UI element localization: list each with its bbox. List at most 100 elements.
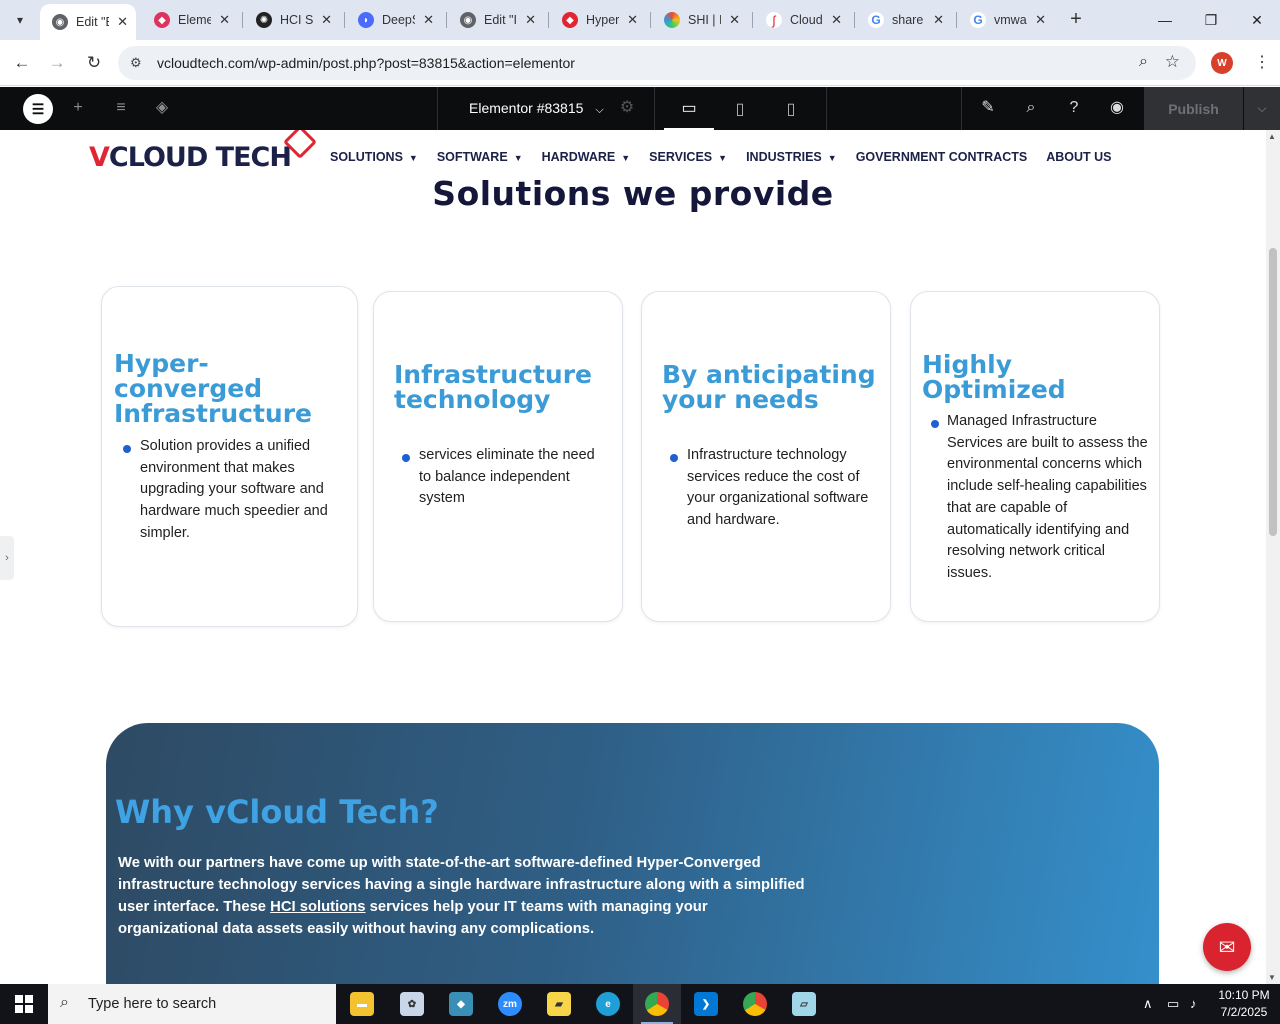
add-element-icon[interactable]: + (67, 97, 89, 119)
chrome-browser-icon[interactable] (633, 984, 681, 1024)
search-icon[interactable]: ⌕ (1020, 97, 1042, 119)
close-tab-icon[interactable]: ✕ (625, 12, 640, 28)
editor-canvas: VCLOUD TECH SOLUTIONS ▼ SOFTWARE ▼ HARDWAR… (0, 130, 1266, 984)
browser-tab-5[interactable]: ◉ Edit "I ✕ (448, 6, 544, 34)
mobile-view-icon[interactable]: ▯ (766, 87, 816, 130)
address-bar[interactable]: ⚙ vcloudtech.com/wp-admin/post.php?post=… (118, 46, 1196, 80)
browser-tab-6[interactable]: ◆ Hyper ✕ (550, 6, 646, 34)
new-tab-button[interactable]: + (1064, 8, 1088, 32)
solution-card[interactable]: Highly Optimized Managed Infrastructure … (910, 291, 1160, 622)
back-icon[interactable]: ← (10, 51, 34, 75)
reload-icon[interactable]: ↻ (82, 51, 106, 75)
desktop-view-icon[interactable]: ▭ (664, 87, 714, 130)
globe-icon: ◉ (460, 12, 476, 28)
close-tab-icon[interactable]: ✕ (319, 12, 334, 28)
windows-start-icon[interactable] (0, 984, 48, 1024)
app-icon[interactable]: ✿ (388, 984, 436, 1024)
close-tab-icon[interactable]: ✕ (1033, 12, 1048, 28)
site-settings-sliders-icon[interactable]: ≡ (110, 97, 132, 119)
url-text[interactable]: vcloudtech.com/wp-admin/post.php?post=83… (157, 55, 575, 71)
minimize-icon[interactable]: — (1142, 0, 1188, 40)
scroll-up-icon[interactable]: ▲ (1268, 132, 1276, 141)
close-tab-icon[interactable]: ✕ (727, 12, 742, 28)
tablet-view-icon[interactable]: ▯ (715, 87, 765, 130)
browser-tab-2[interactable]: ◆ Eleme ✕ (142, 6, 238, 34)
site-logo[interactable]: VCLOUD TECH (89, 142, 292, 173)
browser-menu-icon[interactable]: ⋮ (1254, 52, 1270, 72)
solution-card[interactable]: Infrastructure technology services elimi… (373, 291, 623, 622)
app-icon[interactable]: ◆ (437, 984, 485, 1024)
structure-layers-icon[interactable]: ◈ (151, 97, 173, 119)
caret-down-icon: ▼ (621, 153, 631, 163)
nav-software[interactable]: SOFTWARE ▼ (437, 150, 523, 164)
help-icon[interactable]: ? (1063, 97, 1085, 119)
edge-browser-icon[interactable]: e (584, 984, 632, 1024)
bullet-icon (123, 445, 131, 453)
nav-solutions[interactable]: SOLUTIONS ▼ (330, 150, 418, 164)
browser-tab-9[interactable]: G share ✕ (856, 6, 952, 34)
search-icon: ⌕ (60, 994, 69, 1011)
preview-eye-icon[interactable]: ◉ (1106, 97, 1128, 119)
app-icon[interactable]: ▱ (780, 984, 828, 1024)
google-favicon-icon: G (970, 12, 986, 28)
browser-tab-10[interactable]: G vmwa ✕ (958, 6, 1054, 34)
site-settings-icon[interactable]: ⚙ (130, 55, 142, 71)
publish-button[interactable]: Publish (1144, 87, 1243, 130)
google-favicon-icon: G (868, 12, 884, 28)
notes-pin-icon[interactable]: ✎ (977, 97, 999, 119)
browser-tab-1[interactable]: ◉ Edit "E ✕ (40, 4, 136, 40)
nav-industries[interactable]: INDUSTRIES ▼ (746, 150, 837, 164)
taskbar-search[interactable]: ⌕ Type here to search (48, 984, 336, 1024)
vscode-icon[interactable]: ❯ (682, 984, 730, 1024)
scroll-thumb[interactable] (1269, 248, 1277, 536)
close-tab-icon[interactable]: ✕ (421, 12, 436, 28)
close-window-icon[interactable]: ✕ (1234, 0, 1280, 40)
tab-separator (446, 12, 447, 28)
close-tab-icon[interactable]: ✕ (523, 12, 538, 28)
panel-toggle-chevron-icon[interactable]: › (0, 536, 14, 580)
show-hidden-icons-chevron-icon[interactable]: ∧ (1143, 996, 1153, 1012)
solution-card[interactable]: By anticipating your needs Infrastructur… (641, 291, 891, 622)
zoom-icon[interactable]: ⌕ (1139, 53, 1148, 71)
caret-down-icon: ▼ (408, 153, 418, 163)
network-icon[interactable]: ▭ (1167, 996, 1179, 1012)
nav-about-us[interactable]: ABOUT US (1046, 150, 1111, 164)
bookmark-star-icon[interactable]: ☆ (1165, 52, 1180, 72)
zoom-app-icon[interactable]: zm (486, 984, 534, 1024)
chat-bubble-icon[interactable]: ✉ (1203, 923, 1251, 971)
page-settings-gear-icon[interactable]: ⚙ (616, 97, 638, 119)
close-tab-icon[interactable]: ✕ (931, 12, 946, 28)
volume-icon[interactable]: ♪ (1190, 996, 1197, 1011)
card-text: Managed Infrastructure Services are buil… (947, 413, 1148, 581)
chrome-browser-icon[interactable] (731, 984, 779, 1024)
tab-search-icon[interactable]: ▾ (8, 8, 32, 32)
close-tab-icon[interactable]: ✕ (115, 14, 130, 30)
system-clock[interactable]: 10:10 PM 7/2/2025 (1214, 987, 1274, 1021)
sticky-notes-icon[interactable]: ▰ (535, 984, 583, 1024)
scroll-down-icon[interactable]: ▼ (1268, 973, 1276, 982)
browser-tab-8[interactable]: ʃ Cloud ✕ (754, 6, 850, 34)
close-tab-icon[interactable]: ✕ (217, 12, 232, 28)
forward-icon[interactable]: → (45, 51, 69, 75)
globe-icon: ◉ (52, 14, 68, 30)
hci-solutions-link[interactable]: HCI solutions (270, 899, 365, 915)
divider (826, 87, 827, 130)
card-title: Highly Optimized (922, 350, 1066, 404)
profile-avatar[interactable]: W (1211, 52, 1233, 74)
solution-card[interactable]: Hyper-converged Infrastructure Solution … (101, 286, 358, 627)
browser-tab-strip: ▾ ◉ Edit "E ✕ ◆ Eleme ✕ ✺ HCI S ✕ ◗ Deep… (0, 0, 1280, 40)
bullet-icon (931, 420, 939, 428)
elementor-logo-icon[interactable]: ☰ (23, 94, 53, 124)
browser-tab-3[interactable]: ✺ HCI S ✕ (244, 6, 340, 34)
browser-tab-7[interactable]: SHI | I ✕ (652, 6, 748, 34)
browser-tab-4[interactable]: ◗ DeepS ✕ (346, 6, 442, 34)
nav-hardware[interactable]: HARDWARE ▼ (542, 150, 631, 164)
restore-icon[interactable]: ❐ (1188, 0, 1234, 40)
document-title[interactable]: Elementor #83815 ⌵ (469, 100, 604, 117)
close-tab-icon[interactable]: ✕ (829, 12, 844, 28)
file-explorer-icon[interactable]: ▬ (338, 984, 386, 1024)
nav-government-contracts[interactable]: GOVERNMENT CONTRACTS (856, 150, 1028, 164)
page-scrollbar[interactable]: ▲ ▼ (1266, 130, 1280, 984)
publish-options-chevron-icon[interactable]: ⌵ (1244, 87, 1280, 130)
nav-services[interactable]: SERVICES ▼ (649, 150, 727, 164)
